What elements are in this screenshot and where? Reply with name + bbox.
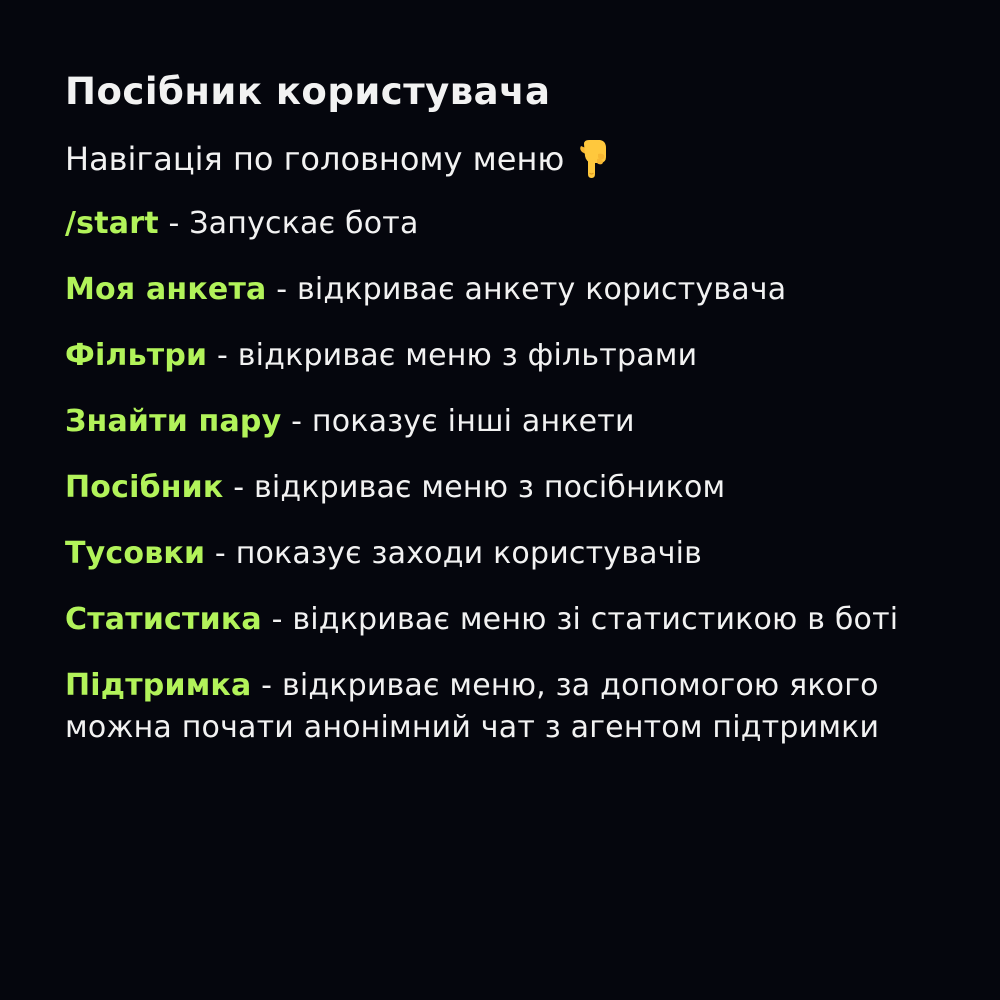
command-item: Підтримка - відкриває меню, за допомогою… [65,665,936,749]
command-description: показує інші анкети [311,404,635,439]
command-separator: - [158,206,190,241]
command-item: Моя анкета - відкриває анкету користувач… [65,269,936,311]
command-list: /start - Запускає бота Моя анкета - відкр… [65,203,936,749]
command-name: Посібник [65,470,224,505]
command-name: Фільтри [65,338,208,373]
page-title: Посібник користувача [65,70,551,113]
command-description: відкриває меню з фільтрами [237,338,698,373]
pointing-down-hand-icon [578,140,608,178]
command-separator: - [207,338,238,373]
command-separator: - [251,668,282,703]
command-separator: - [261,602,293,637]
command-name: Знайти пару [65,404,282,439]
command-name: Підтримка [65,668,252,703]
command-separator: - [281,404,312,439]
command-description: відкриває меню зі статистикою в боті [292,602,899,637]
page-subtitle: Навігація по головному меню [65,139,936,179]
command-name: Статистика [65,602,262,637]
command-description: показує заходи користувачів [235,536,703,571]
command-name: Моя анкета [65,272,267,307]
subtitle-text: Навігація по головному меню [65,140,565,178]
command-name: /start [65,206,159,241]
command-name: Тусовки [65,536,206,571]
command-item: /start - Запускає бота [65,203,936,245]
command-item: Фільтри - відкриває меню з фільтрами [65,335,936,377]
command-description: відкриває анкету користувача [296,272,787,307]
command-separator: - [205,536,236,571]
command-item: Посібник - відкриває меню з посібником [65,467,936,509]
command-separator: - [266,272,297,307]
user-guide-page: Посібник користувача Навігація по головн… [0,0,1000,1000]
command-separator: - [223,470,254,505]
command-description: відкриває меню з посібником [253,470,726,505]
command-item: Статистика - відкриває меню зі статистик… [65,599,936,641]
command-item: Тусовки - показує заходи користувачів [65,533,936,575]
command-item: Знайти пару - показує інші анкети [65,401,936,443]
command-description: Запускає бота [189,206,419,241]
